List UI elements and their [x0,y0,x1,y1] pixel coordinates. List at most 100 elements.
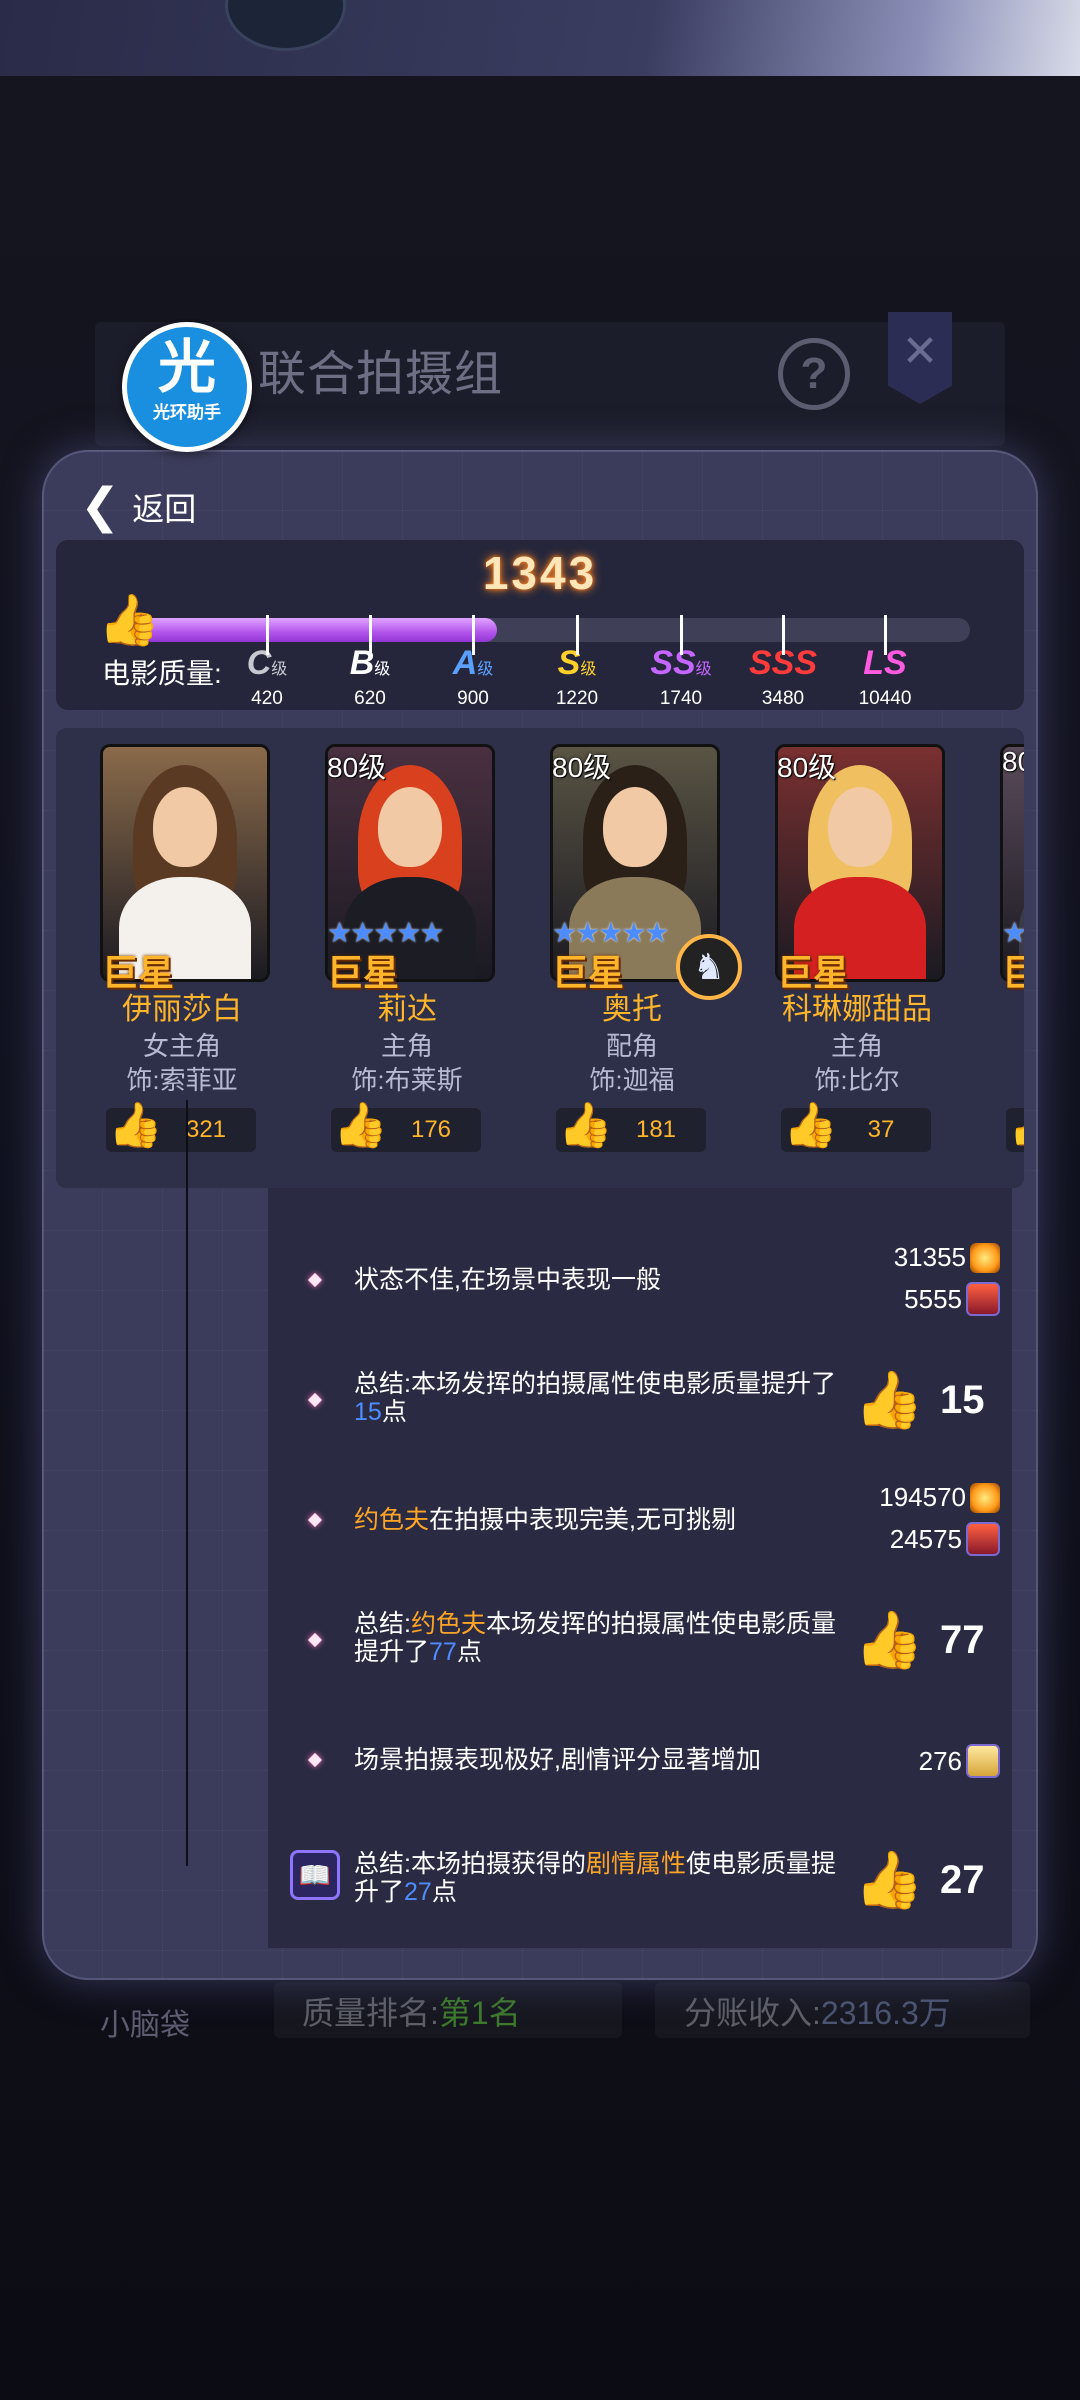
character-card[interactable]: 巨星 伊丽莎白 女主角 饰:索菲亚 👍 321 [66,744,270,1174]
grade-tick [782,615,785,655]
quality-gain: 👍 77 [854,1608,1000,1672]
log-bullet [307,1392,323,1408]
thumbs-up-icon: 👍 [1008,1098,1024,1154]
character-actor: 饰 [966,1060,1024,1097]
like-value: 181 [635,1116,677,1143]
resource-row: 24575 [890,1522,1000,1556]
thumbs-up-icon: 👍 [854,1608,924,1671]
superstar-tag: 巨 [1002,952,1024,993]
log-bullet [307,1512,323,1528]
quality-gain: 👍 27 [854,1848,1000,1912]
sun-icon [970,1482,1000,1513]
thumbs-up-icon: 👍 [783,1101,838,1150]
character-role: 配角 [605,1031,658,1061]
log-item: 约色夫在拍摄中表现完美,无可挑剔 194570 24575 [268,1480,1012,1560]
quality-progress-fill [140,618,497,642]
back-label: 返回 [132,491,197,527]
grade-marker: S级 1220 [532,615,622,710]
background-bottom-label: 小脑袋 [100,2009,190,2042]
character-like-count: 👍 [1006,1101,1024,1152]
background-top-scene [0,0,1080,76]
book-icon [966,1744,1000,1778]
grade-threshold: 900 [457,688,489,709]
sun-icon [970,1242,1000,1273]
log-item: 总结:本场拍摄获得的剧情属性使电影质量提升了27点 👍 27 [268,1840,1012,1920]
grade-threshold: 1740 [659,688,703,709]
timeline-line [186,1100,188,1866]
character-like-count: 👍 37 [781,1101,931,1152]
grade-threshold: 1220 [555,688,599,709]
resource-row: 194570 [879,1482,1000,1513]
grade-tick [884,615,887,655]
character-level: 80级 [777,752,837,783]
grade-tick [266,615,269,655]
log-text: 场景拍摄表现极好,剧情评分显著增加 [354,1746,761,1774]
character-list[interactable]: 巨星 伊丽莎白 女主角 饰:索菲亚 👍 321 80级 ★★★★★ 巨星 莉达 主角 饰:布莱斯 👍 17… [56,728,1024,1188]
log-item: 场景拍摄表现极好,剧情评分显著增加 276 [268,1720,1012,1800]
resource-row: 31355 [894,1242,1000,1273]
grade-threshold: 3480 [761,688,805,709]
background-income: 分账收入:2316.3万 [684,1995,951,2031]
character-name: 伊丽莎白 [122,993,242,1026]
character-card[interactable]: 80级 ★★★★★ 巨星 ♞ 奥托 配角 饰:迦福 👍 181 [516,744,742,1174]
like-value: 176 [410,1116,452,1143]
quality-progress-track [140,618,970,642]
log-text: 状态不佳,在场景中表现一般 [354,1266,661,1294]
assistant-badge-text: 光环助手 [153,403,221,422]
character-level: 80级 [327,752,387,783]
back-button[interactable]: ❮ 返回 [80,482,196,532]
chevron-left-icon: ❮ [80,480,121,533]
assistant-badge[interactable]: 光 光环助手 [122,322,252,452]
close-icon: ✕ [888,312,952,404]
resource-value: 194570 [879,1482,966,1512]
quality-gain: 👍 15 [854,1368,1000,1432]
thumbs-up-icon: 👍 [558,1101,613,1150]
quality-gain-value: 77 [940,1617,985,1662]
character-actor: 饰:索菲亚 [126,1065,238,1095]
character-name: 奥托 [602,993,662,1026]
log-item: 状态不佳,在场景中表现一般 31355 5555 [268,1240,1012,1320]
grade-tick [576,615,579,655]
grade-marker: LS 10440 [840,615,930,710]
thumbs-up-icon: 👍 [98,592,161,648]
character-actor: 饰:比尔 [814,1065,900,1095]
character-card[interactable]: 80级 巨星 科琳娜甜品 主角 饰:比尔 👍 37 [741,744,945,1174]
character-like-count: 👍 181 [556,1101,706,1152]
grade-marker: C级 420 [222,615,312,710]
quality-score: 1343 [482,547,598,599]
like-value: 37 [867,1116,895,1143]
log-bullet [307,1752,323,1768]
quality-label: 电影质量: [102,658,222,689]
grade-marker: SS级 1740 [636,615,726,710]
log-text: 总结:本场发挥的拍摄属性使电影质量提升了15点 [354,1370,836,1426]
grade-marker: SSS 3480 [738,615,828,710]
log-text: 约色夫在拍摄中表现完美,无可挑剔 [354,1506,736,1534]
resource-value: 5555 [904,1283,962,1314]
character-actor: 饰:迦福 [589,1065,675,1095]
question-icon: ? [778,338,850,410]
background-rank: 质量排名:第1名 [302,1995,521,2031]
thumbs-up-icon: 👍 [854,1848,924,1911]
character-level: 80 [1002,746,1024,777]
resource-value: 24575 [889,1523,962,1554]
character-card[interactable]: 80级 ★★★★★ 巨星 莉达 主角 饰:布莱斯 👍 176 [291,744,495,1174]
grade-tick [680,615,683,655]
quality-gain-value: 27 [940,1857,985,1902]
grade-tick [369,615,372,655]
log-text: 总结:本场拍摄获得的剧情属性使电影质量提升了27点 [354,1850,836,1906]
film-reel-icon [966,1522,1000,1556]
resource-row: 5555 [904,1282,1000,1316]
grade-threshold: 620 [354,688,386,709]
grade-marker: B级 620 [325,615,415,710]
character-card[interactable]: 80★巨饰👍 [966,744,1024,1174]
log-item: 总结:本场发挥的拍摄属性使电影质量提升了15点 👍 15 [268,1360,1012,1440]
resource-row: 276 [919,1744,1000,1778]
thumbs-up-icon: 👍 [854,1368,924,1431]
thumbs-up-icon: 👍 [333,1101,388,1150]
log-bullet [307,1632,323,1648]
character-role: 女主角 [142,1031,221,1061]
log-bullet [307,1272,323,1288]
grade-threshold: 10440 [858,688,912,709]
character-role: 主角 [380,1031,433,1061]
character-level: 80级 [552,752,612,783]
